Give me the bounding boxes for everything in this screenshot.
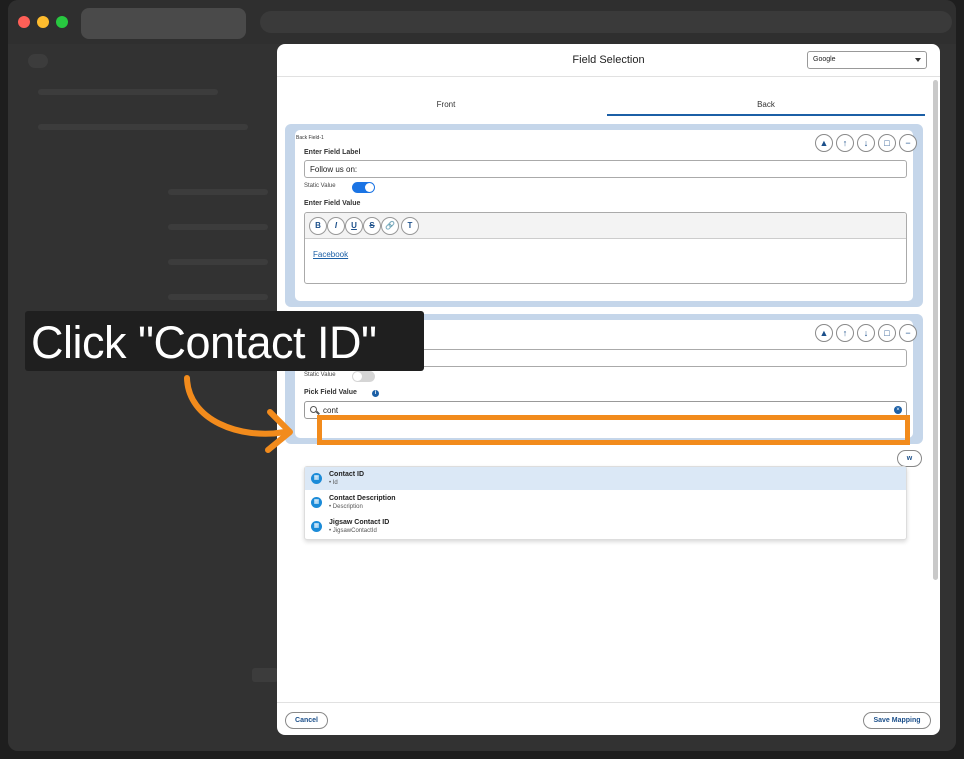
object-select-value: Google [813,56,836,63]
field-actions: ▲ ↑ ↓ □ − [815,134,919,152]
background-line [168,259,268,265]
option-jigsaw-contact-id[interactable]: ▦ Jigsaw Contact ID • JigsawContactId [305,515,906,538]
option-api-name: • Description [329,504,363,510]
side-tabs: Front Back [287,96,925,116]
option-contact-description[interactable]: ▦ Contact Description • Description [305,491,906,514]
field-card-body: Back Field-1 ▲ ↑ ↓ □ − Enter Field Label… [295,130,917,301]
facebook-link[interactable]: Facebook [313,250,348,259]
static-value-label: Static Value [304,183,336,189]
modal-footer: Cancel Save Mapping [277,702,940,735]
static-value-toggle[interactable] [352,371,375,382]
tab-back[interactable]: Back [607,96,925,116]
background-line [168,224,268,230]
instruction-callout: Click "Contact ID" [25,311,424,371]
option-api-name: • JigsawContactId [329,528,377,534]
bell-icon[interactable]: ▲ [815,134,833,152]
field-actions: ▲ ↑ ↓ □ − [815,324,919,342]
option-title: Contact ID [329,471,364,478]
tab-front[interactable]: Front [287,96,605,116]
title-bar [8,0,956,44]
background-line [252,668,278,682]
arrow-up-icon[interactable]: ↑ [836,134,854,152]
modal-header: Field Selection Google [277,44,940,77]
field-card-1: Back Field-1 ▲ ↑ ↓ □ − Enter Field Label… [285,124,923,307]
close-window-button[interactable] [18,16,30,28]
cancel-button[interactable]: Cancel [285,712,328,729]
field-selection-modal: Field Selection Google Front Back Back F… [277,44,940,735]
zoom-window-button[interactable] [56,16,68,28]
option-title: Contact Description [329,495,396,502]
toggle-knob [365,183,374,192]
arrow-down-icon[interactable]: ↓ [857,134,875,152]
arrow-down-icon[interactable]: ↓ [857,324,875,342]
background-line [168,294,268,300]
background-line [38,124,248,130]
target-highlight [317,415,910,445]
table-icon: ▦ [311,521,322,532]
underline-button[interactable]: U [345,217,363,235]
option-api-name: • Id [329,480,338,486]
italic-button[interactable]: I [327,217,345,235]
pointer-arrow-icon [184,375,293,453]
arrow-up-icon[interactable]: ↑ [836,324,854,342]
minus-icon[interactable]: − [899,324,917,342]
bold-button[interactable]: B [309,217,327,235]
save-mapping-button[interactable]: Save Mapping [863,712,931,729]
address-bar[interactable] [260,11,952,33]
link-button[interactable]: 🔗 [381,217,399,235]
minimize-window-button[interactable] [37,16,49,28]
background-line [168,189,268,195]
trash-icon[interactable]: □ [878,134,896,152]
table-icon: ▦ [311,497,322,508]
field-label-input[interactable]: Follow us on: [304,160,907,178]
field-options-dropdown: ▦ Contact ID • Id ▦ Contact Description … [304,466,907,540]
browser-tab[interactable] [81,8,246,39]
strikethrough-button[interactable]: S [363,217,381,235]
instruction-text: Click "Contact ID" [31,317,377,368]
clear-format-button[interactable]: T [401,217,419,235]
bell-icon[interactable]: ▲ [815,324,833,342]
scrollbar[interactable] [933,80,938,580]
rich-text-toolbar: B I U S 🔗 T [305,213,906,239]
field-label-heading: Enter Field Label [304,149,361,156]
option-title: Jigsaw Contact ID [329,519,390,526]
new-field-button[interactable]: w [897,450,922,467]
option-contact-id[interactable]: ▦ Contact ID • Id [305,467,906,490]
clear-icon[interactable]: × [894,406,902,414]
table-icon: ▦ [311,473,322,484]
rich-text-editor[interactable]: B I U S 🔗 T Facebook [304,212,907,284]
toggle-knob [353,372,362,381]
trash-icon[interactable]: □ [878,324,896,342]
info-icon[interactable]: i [372,390,379,397]
chevron-down-icon [915,58,921,62]
field-tag: Back Field-1 [296,135,324,141]
minus-icon[interactable]: − [899,134,917,152]
object-select[interactable]: Google [807,51,927,69]
field-value-heading: Enter Field Value [304,200,361,207]
static-value-toggle[interactable] [352,182,375,193]
background-line [38,89,218,95]
background-logo [28,54,48,68]
